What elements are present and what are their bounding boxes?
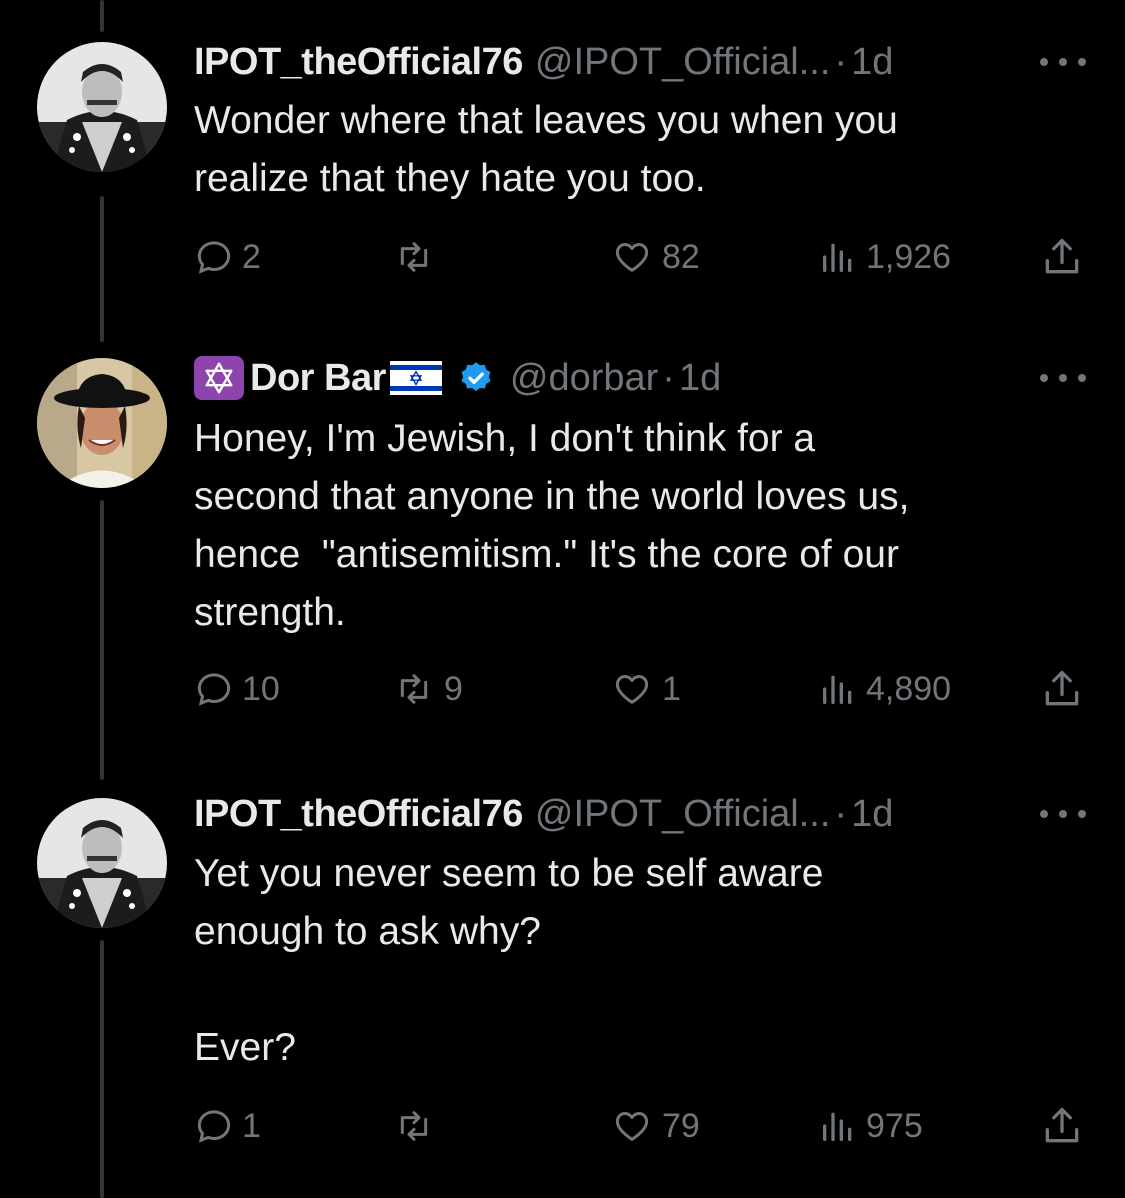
display-name[interactable]: IPOT_theOfficial76 <box>194 793 523 836</box>
view-count: 975 <box>866 1106 923 1145</box>
timestamp[interactable]: 1d <box>679 357 721 400</box>
separator-dot: · <box>834 792 848 835</box>
tweet-header: IPOT_theOfficial76 @IPOT_Official... · 1… <box>194 37 893 87</box>
views-button[interactable]: 4,890 <box>818 664 951 714</box>
like-button[interactable]: 1 <box>610 664 681 714</box>
tweet-text: Yet you never seem to be self aware enou… <box>194 852 824 1069</box>
reply-button[interactable]: 10 <box>194 664 280 714</box>
share-icon <box>1045 1107 1079 1143</box>
tweet-header: IPOT_theOfficial76 @IPOT_Official... · 1… <box>194 789 893 839</box>
reply-count: 2 <box>242 237 261 276</box>
views-icon <box>823 243 852 272</box>
views-button[interactable]: 1,926 <box>818 232 951 282</box>
user-handle[interactable]: @IPOT_Official... <box>535 41 831 84</box>
avatar[interactable] <box>37 42 167 172</box>
reply-button[interactable]: 2 <box>194 232 261 282</box>
israel-flag-icon <box>389 361 442 395</box>
repost-count: 9 <box>444 669 463 708</box>
thread-line-bottom <box>100 940 104 1198</box>
tweet-header: Dor Bar @dorbar · 1d <box>194 353 721 403</box>
share-icon <box>1045 238 1079 274</box>
thread-line-top <box>100 0 104 32</box>
display-name[interactable]: IPOT_theOfficial76 <box>194 41 523 84</box>
tweet-actions: 2 82 1,926 <box>0 232 1125 282</box>
like-button[interactable]: 79 <box>610 1101 700 1151</box>
heart-icon <box>615 675 649 704</box>
verified-badge-icon[interactable] <box>458 360 494 396</box>
timestamp[interactable]: 1d <box>851 793 893 836</box>
more-options-icon[interactable] <box>1040 804 1086 824</box>
reply-button[interactable]: 1 <box>194 1101 261 1151</box>
views-icon <box>823 675 852 704</box>
user-handle[interactable]: @IPOT_Official... <box>535 793 831 836</box>
more-options-icon[interactable] <box>1040 52 1086 72</box>
tweet-actions: 1 79 975 <box>0 1101 1125 1151</box>
reply-icon <box>197 673 231 706</box>
reply-icon <box>197 241 231 274</box>
heart-icon <box>615 1112 649 1141</box>
timestamp[interactable]: 1d <box>851 41 893 84</box>
share-button[interactable] <box>1040 1101 1084 1151</box>
like-count: 82 <box>662 237 700 276</box>
tweet-text: Honey, I'm Jewish, I don't think for a s… <box>194 417 910 634</box>
separator-dot: · <box>834 40 848 83</box>
reply-count: 1 <box>242 1106 261 1145</box>
repost-icon <box>400 1111 428 1141</box>
share-button[interactable] <box>1040 664 1084 714</box>
reply-count: 10 <box>242 669 280 708</box>
views-icon <box>823 1112 852 1141</box>
like-count: 79 <box>662 1106 700 1145</box>
view-count: 4,890 <box>866 669 952 708</box>
avatar[interactable] <box>37 798 167 928</box>
like-count: 1 <box>662 669 681 708</box>
star-of-david-icon <box>194 356 244 400</box>
tweet-actions: 10 9 1 4,890 <box>0 664 1125 714</box>
share-icon <box>1045 670 1079 706</box>
repost-button[interactable] <box>392 1101 444 1151</box>
separator-dot: · <box>662 356 675 399</box>
view-count: 1,926 <box>866 237 952 276</box>
like-button[interactable]: 82 <box>610 232 700 282</box>
repost-icon <box>400 674 428 704</box>
views-button[interactable]: 975 <box>818 1101 923 1151</box>
more-options-icon[interactable] <box>1040 368 1086 388</box>
display-name[interactable]: Dor Bar <box>250 357 386 400</box>
repost-button[interactable] <box>392 232 444 282</box>
repost-button[interactable]: 9 <box>392 664 463 714</box>
user-handle[interactable]: @dorbar <box>510 357 658 400</box>
thread-line-2 <box>100 500 104 780</box>
share-button[interactable] <box>1040 232 1084 282</box>
reply-icon <box>197 1110 231 1143</box>
heart-icon <box>615 243 649 272</box>
repost-icon <box>400 242 428 272</box>
tweet-text: Wonder where that leaves you when you re… <box>194 99 898 200</box>
avatar[interactable] <box>37 358 167 488</box>
